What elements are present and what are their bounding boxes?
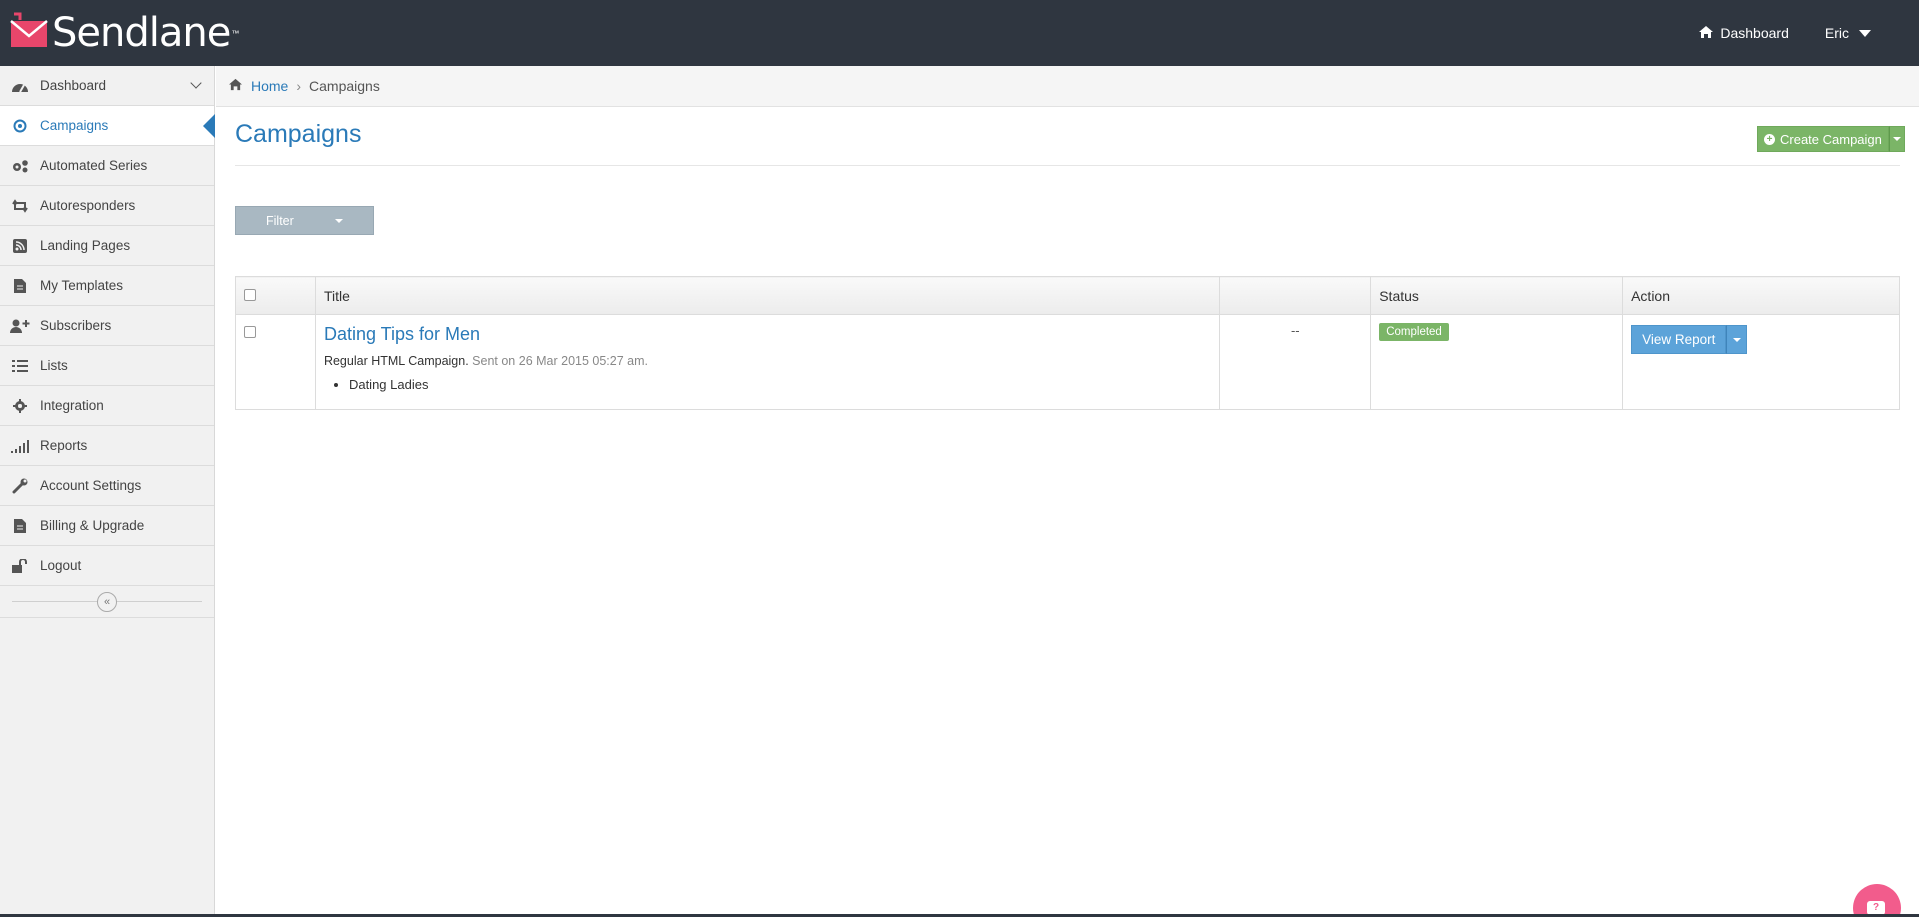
sidebar-item-subscribers[interactable]: Subscribers: [0, 306, 214, 346]
gears-icon: [10, 158, 30, 174]
user-menu[interactable]: Eric: [1825, 25, 1871, 41]
sidebar-item-label: My Templates: [40, 278, 124, 293]
retweet-icon: [10, 198, 30, 214]
page-title: Campaigns: [235, 120, 362, 148]
table-header-row: Title Status Action: [235, 276, 1900, 315]
campaign-sent-date: Sent on 26 Mar 2015 05:27 am.: [472, 354, 648, 368]
breadcrumb-home-link[interactable]: Home: [251, 78, 288, 94]
blank-header: [1219, 276, 1372, 315]
caret-down-icon: [1732, 337, 1741, 342]
campaign-type: Regular HTML Campaign.: [323, 354, 469, 368]
create-campaign-button[interactable]: + Create Campaign: [1757, 126, 1889, 152]
sidebar-item-label: Subscribers: [40, 318, 112, 333]
sidebar-item-landing-pages[interactable]: Landing Pages: [0, 226, 214, 266]
row-title-cell: Dating Tips for Men Regular HTML Campaig…: [314, 314, 1221, 410]
breadcrumb-current: Campaigns: [309, 78, 380, 94]
brand-tm: ™: [231, 28, 240, 38]
view-report-button-group: View Report: [1631, 325, 1748, 354]
help-icon: ?: [1867, 901, 1885, 915]
select-all-header: [235, 276, 316, 315]
collapse-sidebar-icon[interactable]: «: [97, 592, 117, 612]
list-icon: [10, 358, 30, 374]
user-plus-icon: [10, 318, 30, 334]
sidebar-item-label: Logout: [40, 558, 82, 573]
home-icon: [1698, 25, 1714, 42]
sidebar-item-label: Campaigns: [40, 118, 109, 133]
home-icon: [228, 78, 243, 94]
rss-icon: [10, 238, 30, 254]
breadcrumb: Home › Campaigns: [216, 66, 1919, 107]
sidebar-item-label: Reports: [40, 438, 88, 453]
plus-circle-icon: +: [1764, 133, 1775, 145]
table-row: Dating Tips for Men Regular HTML Campaig…: [235, 314, 1900, 410]
create-campaign-dropdown-toggle[interactable]: [1888, 126, 1905, 152]
signal-icon: [10, 438, 30, 454]
sidebar-item-label: Landing Pages: [40, 238, 131, 253]
chevron-down-icon[interactable]: [190, 77, 202, 89]
status-header: Status: [1370, 276, 1624, 315]
sidebar-item-label: Automated Series: [40, 158, 148, 173]
breadcrumb-separator: ›: [296, 78, 302, 94]
row-stat-cell: --: [1219, 314, 1372, 410]
campaign-meta: Regular HTML Campaign. Sent on 26 Mar 20…: [324, 354, 1211, 368]
sidebar-item-label: Billing & Upgrade: [40, 518, 145, 533]
sidebar-item-lists[interactable]: Lists: [0, 346, 214, 386]
create-campaign-button-group: + Create Campaign: [1757, 126, 1905, 152]
sidebar-item-label: Account Settings: [40, 478, 142, 493]
create-campaign-label: Create Campaign: [1780, 131, 1882, 147]
row-action-cell: View Report: [1622, 314, 1900, 410]
top-bar: Sendlane ™ Dashboard Eric: [0, 0, 1919, 66]
sidebar: Dashboard Campaigns Automated Series Aut…: [0, 66, 215, 917]
file-icon: [10, 278, 30, 294]
filter-button[interactable]: Filter: [235, 206, 374, 235]
envelope-logo-icon: [8, 12, 50, 54]
sidebar-item-dashboard[interactable]: Dashboard: [0, 66, 214, 106]
row-checkbox[interactable]: [244, 326, 256, 338]
sidebar-item-billing-upgrade[interactable]: Billing & Upgrade: [0, 506, 214, 546]
row-status-cell: Completed: [1370, 314, 1624, 410]
view-report-button[interactable]: View Report: [1631, 325, 1727, 354]
help-chat-button[interactable]: ?: [1853, 884, 1901, 917]
sendlane-logo[interactable]: Sendlane ™: [8, 8, 239, 58]
dashboard-icon: [10, 78, 30, 94]
filter-label: Filter: [266, 213, 294, 228]
sidebar-collapse-row: «: [0, 586, 214, 618]
sidebar-item-label: Lists: [40, 358, 68, 373]
brand-name: Sendlane: [52, 10, 231, 56]
sidebar-item-autoresponders[interactable]: Autoresponders: [0, 186, 214, 226]
sidebar-item-label: Integration: [40, 398, 104, 413]
sidebar-item-account-settings[interactable]: Account Settings: [0, 466, 214, 506]
title-divider: [235, 165, 1900, 166]
file-icon: [10, 518, 30, 534]
campaign-title-link[interactable]: Dating Tips for Men: [324, 324, 1211, 345]
unlock-icon: [10, 558, 30, 574]
campaign-lists: Dating Ladies: [324, 377, 1211, 392]
gear-icon: [10, 398, 30, 414]
sidebar-item-campaigns[interactable]: Campaigns: [0, 106, 215, 146]
caret-down-icon: [1892, 137, 1901, 141]
campaigns-table: Title Status Action Dating Tips for Men …: [235, 276, 1900, 410]
sidebar-item-automated-series[interactable]: Automated Series: [0, 146, 214, 186]
select-all-checkbox[interactable]: [244, 288, 256, 301]
title-header: Title: [314, 276, 1221, 315]
top-dashboard-link[interactable]: Dashboard: [1698, 25, 1789, 42]
sidebar-item-label: Autoresponders: [40, 198, 136, 213]
sidebar-item-logout[interactable]: Logout: [0, 546, 214, 586]
caret-down-icon: [335, 219, 343, 223]
top-dashboard-label: Dashboard: [1720, 25, 1789, 41]
status-badge: Completed: [1379, 323, 1449, 341]
action-header: Action: [1622, 276, 1900, 315]
user-name: Eric: [1824, 25, 1849, 41]
sidebar-item-my-templates[interactable]: My Templates: [0, 266, 214, 306]
wrench-icon: [10, 478, 30, 494]
compass-icon: [10, 118, 30, 134]
caret-down-icon: [1859, 29, 1871, 37]
row-select-cell: [235, 314, 316, 410]
list-item: Dating Ladies: [349, 377, 1211, 392]
sidebar-item-label: Dashboard: [40, 78, 107, 93]
view-report-dropdown-toggle[interactable]: [1726, 325, 1748, 354]
sidebar-item-reports[interactable]: Reports: [0, 426, 214, 466]
sidebar-item-integration[interactable]: Integration: [0, 386, 214, 426]
